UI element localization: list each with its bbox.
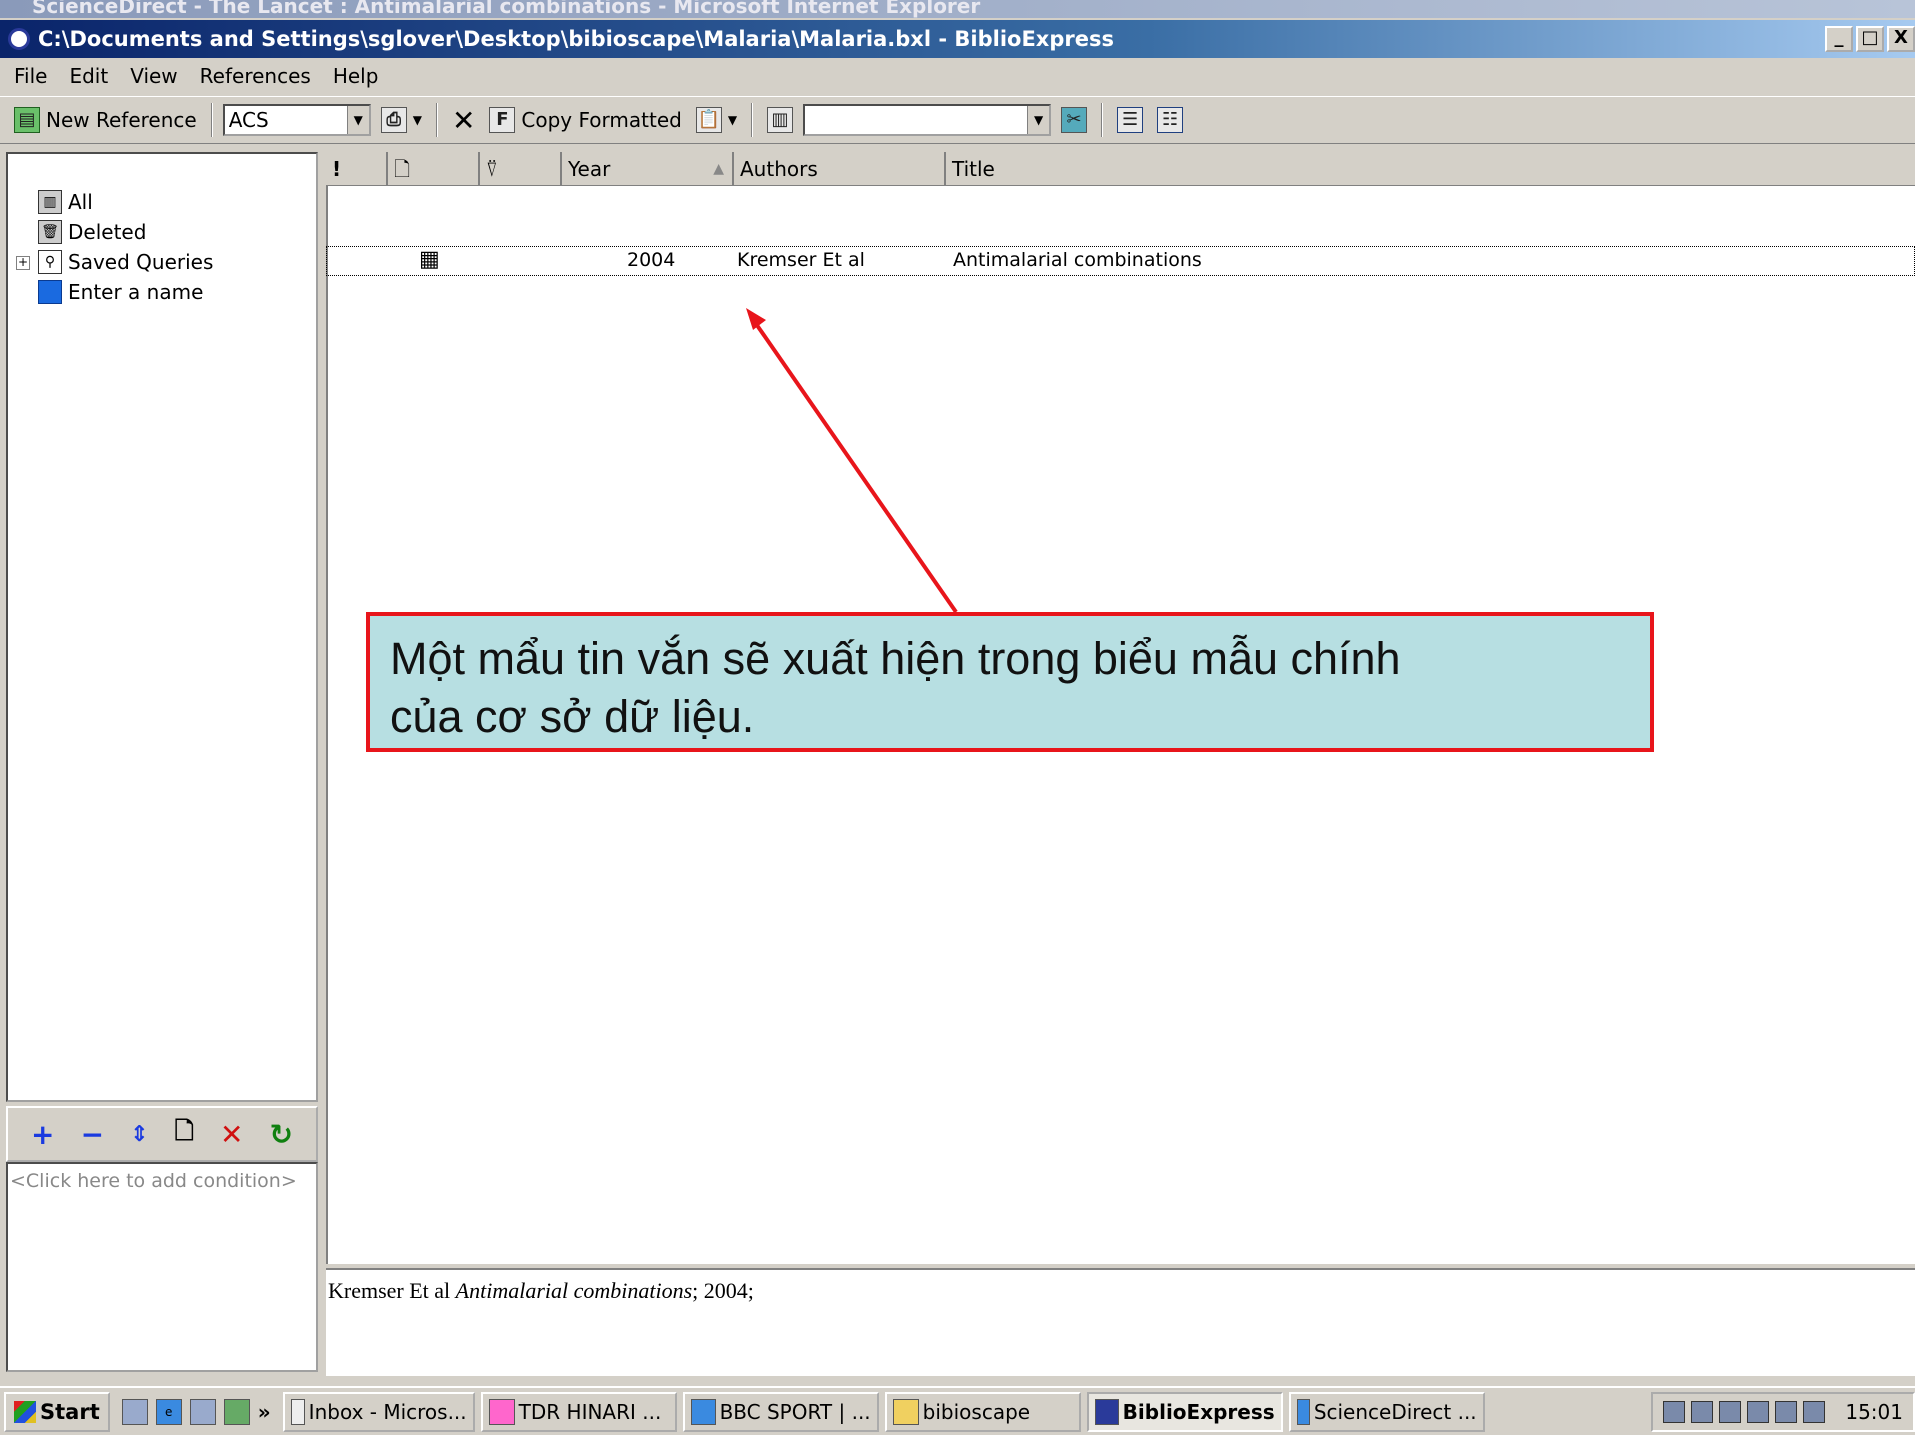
monitor-icon[interactable] bbox=[1747, 1401, 1770, 1423]
task-biblioexpress[interactable]: BiblioExpress bbox=[1086, 1391, 1283, 1432]
task-label: BBC SPORT | ... bbox=[719, 1399, 871, 1424]
globe-icon[interactable] bbox=[1775, 1401, 1798, 1423]
outlook-icon[interactable] bbox=[121, 1398, 148, 1425]
biblioexpress-icon bbox=[1094, 1398, 1119, 1425]
start-button[interactable]: Start bbox=[4, 1391, 110, 1432]
task-label: Inbox - Micros... bbox=[308, 1399, 467, 1424]
task-tdr-hinari[interactable]: TDR HINARI ... bbox=[480, 1391, 677, 1432]
callout-line-1: Một mẩu tin vắn sẽ xuất hiện trong biểu … bbox=[390, 633, 1401, 684]
task-label: BiblioExpress bbox=[1122, 1399, 1275, 1424]
taskbar: Start e » Inbox - Micros... TDR HINARI .… bbox=[0, 1386, 1915, 1435]
folder-icon bbox=[892, 1398, 919, 1425]
task-sciencedirect[interactable]: ScienceDirect ... bbox=[1288, 1391, 1485, 1432]
task-label: ScienceDirect ... bbox=[1313, 1399, 1477, 1424]
windows-flag-icon bbox=[14, 1400, 36, 1423]
task-bibioscape-folder[interactable]: bibioscape bbox=[884, 1391, 1081, 1432]
internet-explorer-icon bbox=[1296, 1398, 1310, 1425]
biblioexpress-quick-icon[interactable] bbox=[223, 1398, 250, 1425]
more-chevron-icon[interactable]: » bbox=[258, 1400, 271, 1424]
network-icon[interactable] bbox=[1719, 1401, 1742, 1423]
powerpoint-icon bbox=[488, 1398, 515, 1425]
internet-explorer-icon bbox=[690, 1398, 716, 1425]
outlook-icon bbox=[290, 1398, 305, 1425]
task-bbc-sport[interactable]: BBC SPORT | ... bbox=[682, 1391, 879, 1432]
quick-launch: e » bbox=[116, 1398, 277, 1425]
volume-icon[interactable] bbox=[1663, 1401, 1686, 1423]
task-label: TDR HINARI ... bbox=[518, 1399, 662, 1424]
annotation-callout: Một mẩu tin vắn sẽ xuất hiện trong biểu … bbox=[366, 612, 1654, 752]
clock[interactable]: 15:01 bbox=[1845, 1400, 1903, 1424]
start-label: Start bbox=[40, 1399, 100, 1424]
agent-icon[interactable] bbox=[1803, 1401, 1826, 1423]
task-label: bibioscape bbox=[922, 1399, 1031, 1424]
antivirus-icon[interactable] bbox=[1691, 1401, 1714, 1423]
task-inbox[interactable]: Inbox - Micros... bbox=[282, 1391, 475, 1432]
internet-explorer-icon[interactable]: e bbox=[155, 1398, 182, 1425]
callout-line-2: của cơ sở dữ liệu. bbox=[390, 691, 755, 742]
messenger-icon[interactable] bbox=[189, 1398, 216, 1425]
system-tray: 15:01 bbox=[1651, 1392, 1915, 1432]
